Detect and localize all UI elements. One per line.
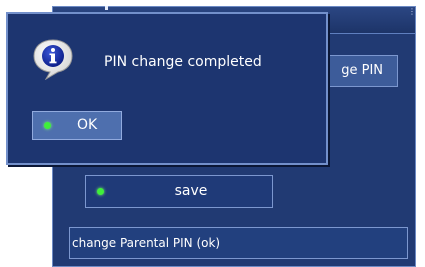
focus-led-icon — [97, 188, 104, 195]
titlebar-marker — [105, 6, 108, 10]
save-button[interactable]: save — [85, 175, 273, 208]
ok-button[interactable]: OK — [32, 111, 122, 140]
save-button-label: save — [174, 183, 208, 199]
change-pin-button[interactable]: ge PIN — [318, 55, 398, 87]
ok-button-label: OK — [77, 117, 98, 133]
screen: ⋮ ge PIN save change Parental PIN (ok) P… — [0, 0, 425, 267]
window-grip-icon: ⋮ — [408, 7, 416, 16]
confirmation-dialog: PIN change completed OK — [6, 12, 328, 165]
focus-led-icon — [44, 122, 51, 129]
info-icon — [33, 39, 73, 80]
status-bar: change Parental PIN (ok) — [69, 227, 408, 259]
dialog-message: PIN change completed — [104, 54, 262, 70]
